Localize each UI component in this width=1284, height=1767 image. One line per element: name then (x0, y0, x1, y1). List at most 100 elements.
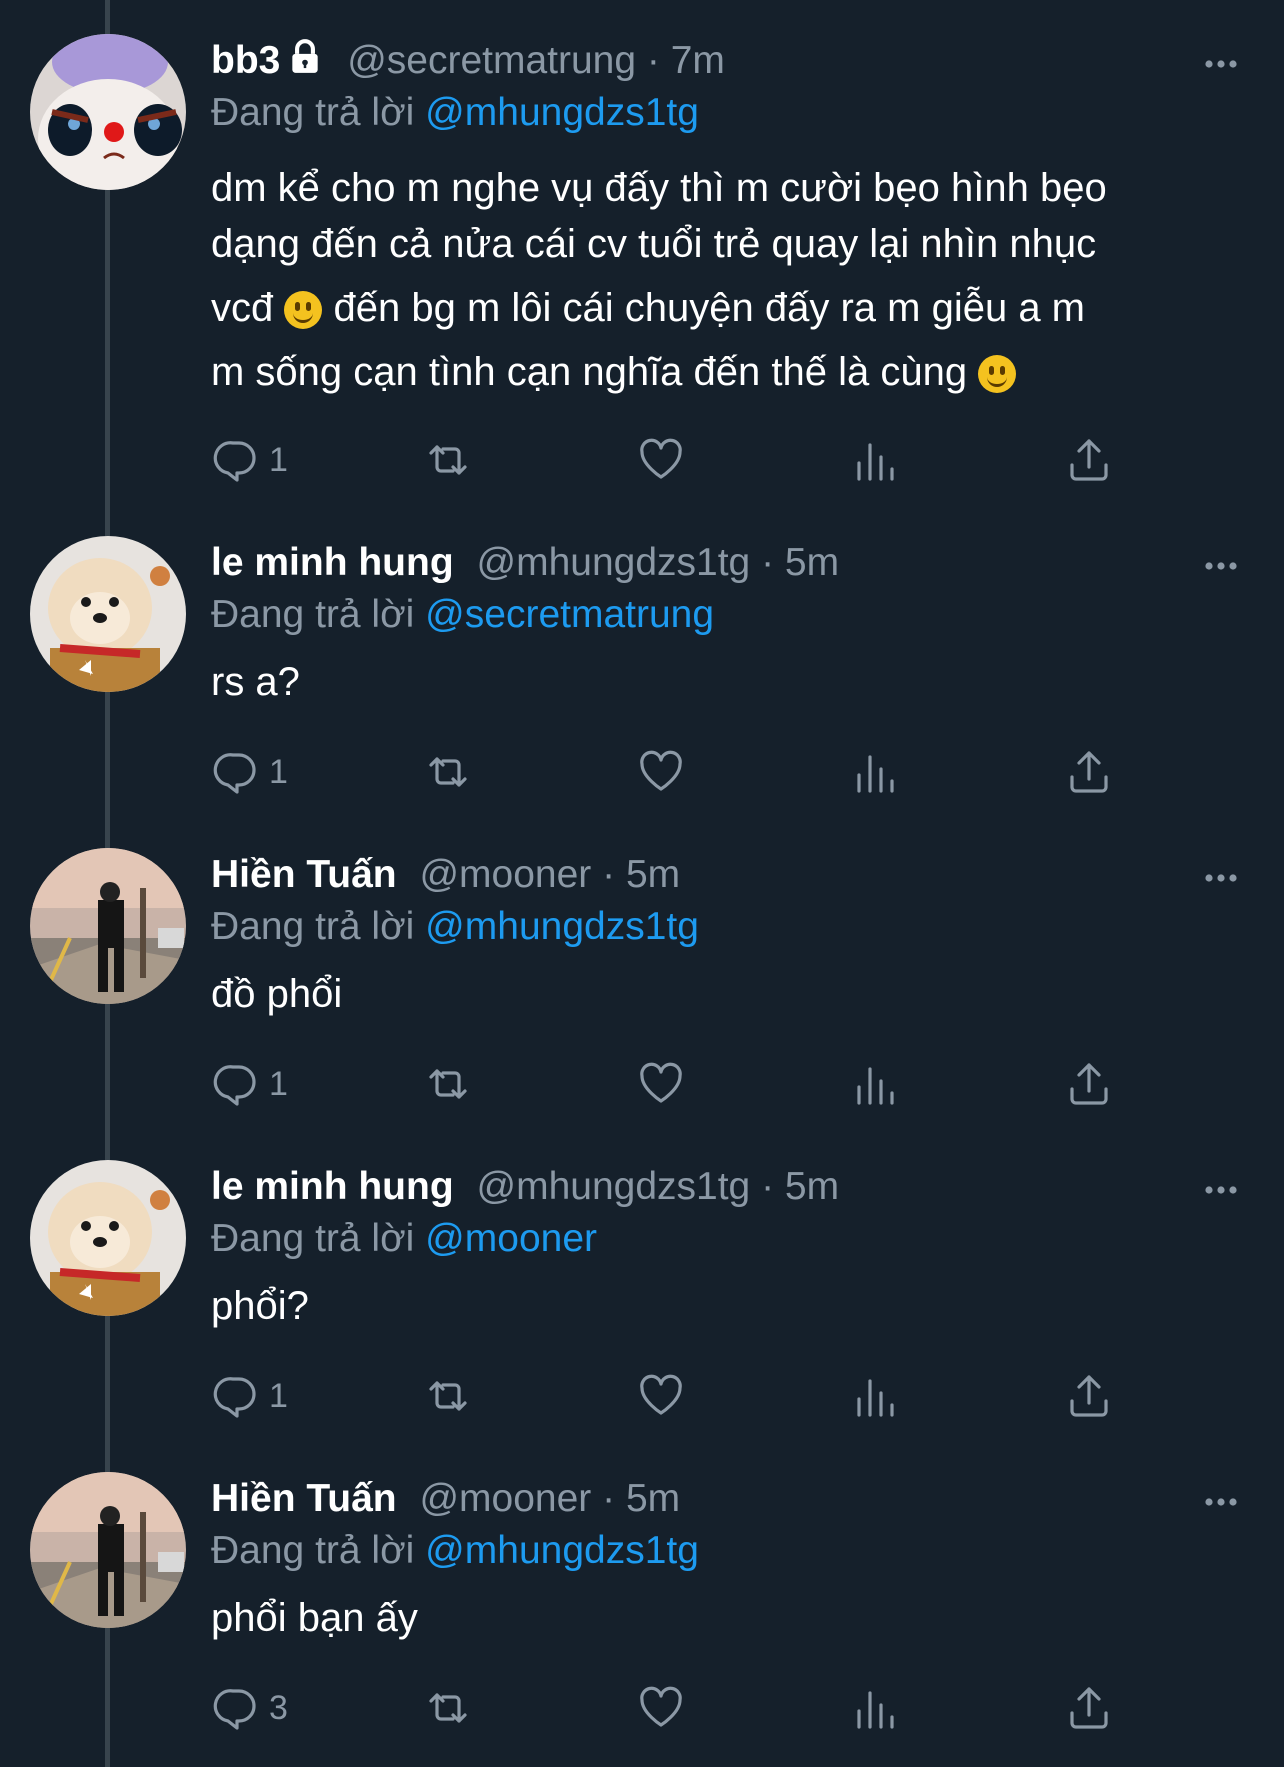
views-button[interactable] (850, 1368, 900, 1424)
tweet-actions: 3 (211, 1680, 1171, 1736)
retweet-button[interactable] (423, 744, 473, 800)
retweet-icon (429, 445, 467, 475)
reply-mention-link[interactable]: @mhungdzs1tg (425, 91, 699, 134)
views-button[interactable] (850, 432, 900, 488)
views-button[interactable] (850, 1056, 900, 1112)
tweet-text: rs a? (211, 660, 300, 704)
more-icon[interactable] (1201, 44, 1241, 84)
timestamp[interactable]: 5m (785, 541, 839, 584)
tweet-text-line: dm kể cho m nghe vụ đấy thì m cười bẹo h… (211, 166, 1107, 210)
display-name[interactable]: le minh hung (211, 1165, 454, 1208)
like-button[interactable] (636, 744, 686, 800)
share-button[interactable] (1064, 432, 1114, 488)
user-handle[interactable]: @mooner (419, 853, 591, 896)
display-name[interactable]: bb3 (211, 39, 280, 82)
tweet-text-line: đến bg m lôi cái chuyện đấy ra m giễu a … (333, 286, 1086, 330)
avatar[interactable] (30, 1472, 186, 1628)
tweet-text-line: vcđ (211, 286, 274, 330)
share-button[interactable] (1064, 1056, 1114, 1112)
slightly-smiling-face-icon (284, 291, 323, 329)
views-icon (857, 443, 894, 481)
reply-button[interactable]: 3 (211, 1680, 288, 1736)
reply-mention-link[interactable]: @secretmatrung (425, 593, 714, 636)
user-handle[interactable]: @mhungdzs1tg (477, 1165, 751, 1208)
share-button[interactable] (1064, 744, 1114, 800)
like-icon (640, 1062, 682, 1103)
views-icon (857, 1067, 894, 1105)
avatar[interactable] (30, 848, 186, 1004)
like-icon (640, 1686, 682, 1727)
views-button[interactable] (850, 744, 900, 800)
reply-icon (213, 1377, 256, 1418)
slightly-smiling-face-icon (978, 355, 1017, 393)
reply-button[interactable]: 1 (211, 432, 288, 488)
tweet-text: đồ phổi (211, 972, 343, 1016)
replying-label: Đang trả lời (211, 1529, 415, 1572)
reply-icon (213, 753, 256, 794)
replying-to: Đang trả lời @mhungdzs1tg (211, 88, 699, 138)
like-icon (640, 438, 682, 479)
user-handle[interactable]: @secretmatrung (347, 39, 636, 82)
replying-to: Đang trả lời @secretmatrung (211, 590, 714, 640)
replying-to: Đang trả lời @mooner (211, 1214, 597, 1264)
reply-mention-link[interactable]: @mhungdzs1tg (425, 905, 699, 948)
replying-to: Đang trả lời @mhungdzs1tg (211, 902, 699, 952)
reply-mention-link[interactable]: @mooner (425, 1217, 597, 1260)
share-button[interactable] (1064, 1368, 1114, 1424)
more-icon[interactable] (1201, 546, 1241, 586)
tweet-text: phổi? (211, 1284, 309, 1328)
tweet-text: phổi bạn ấy (211, 1596, 418, 1640)
replying-label: Đang trả lời (211, 593, 415, 636)
more-icon[interactable] (1201, 858, 1241, 898)
more-icon[interactable] (1201, 1170, 1241, 1210)
tweet-actions: 1 (211, 1368, 1171, 1424)
like-button[interactable] (636, 1056, 686, 1112)
reply-icon (213, 441, 256, 482)
timestamp[interactable]: 5m (626, 1477, 680, 1520)
reply-button[interactable]: 1 (211, 1056, 288, 1112)
reply-count: 3 (269, 1688, 288, 1727)
tweet-text-line: m sống cạn tình cạn nghĩa đến thế là cùn… (211, 350, 968, 394)
share-button[interactable] (1064, 1680, 1114, 1736)
reply-button[interactable]: 1 (211, 744, 288, 800)
retweet-button[interactable] (423, 432, 473, 488)
reply-count: 1 (269, 1064, 288, 1103)
views-button[interactable] (850, 1680, 900, 1736)
replying-label: Đang trả lời (211, 905, 415, 948)
display-name[interactable]: Hiền Tuấn (211, 1477, 397, 1520)
retweet-button[interactable] (423, 1368, 473, 1424)
user-handle[interactable]: @mhungdzs1tg (477, 541, 751, 584)
retweet-button[interactable] (423, 1056, 473, 1112)
like-button[interactable] (636, 1368, 686, 1424)
avatar[interactable] (30, 536, 186, 692)
retweet-icon (429, 1069, 467, 1099)
retweet-button[interactable] (423, 1680, 473, 1736)
retweet-icon (429, 1381, 467, 1411)
like-button[interactable] (636, 432, 686, 488)
replying-to: Đang trả lời @mhungdzs1tg (211, 1526, 699, 1576)
reply-count: 1 (269, 1376, 288, 1415)
reply-count: 1 (269, 752, 288, 791)
display-name[interactable]: le minh hung (211, 541, 454, 584)
replying-label: Đang trả lời (211, 91, 415, 134)
timestamp[interactable]: 5m (785, 1165, 839, 1208)
replying-label: Đang trả lời (211, 1217, 415, 1260)
share-icon (1070, 439, 1108, 481)
like-button[interactable] (636, 1680, 686, 1736)
avatar[interactable] (30, 1160, 186, 1316)
user-handle[interactable]: @mooner (419, 1477, 591, 1520)
share-icon (1070, 1375, 1108, 1417)
tweet-text: dm kể cho m nghe vụ đấy thì m cười bẹo h… (211, 160, 1221, 400)
like-icon (640, 1374, 682, 1415)
views-icon (857, 755, 894, 793)
display-name[interactable]: Hiền Tuấn (211, 853, 397, 896)
share-icon (1070, 1687, 1108, 1729)
reply-button[interactable]: 1 (211, 1368, 288, 1424)
avatar[interactable] (30, 34, 186, 190)
more-icon[interactable] (1201, 1482, 1241, 1522)
timestamp[interactable]: 5m (626, 853, 680, 896)
timestamp[interactable]: 7m (671, 39, 725, 82)
retweet-icon (429, 757, 467, 787)
retweet-icon (429, 1693, 467, 1723)
reply-mention-link[interactable]: @mhungdzs1tg (425, 1529, 699, 1572)
